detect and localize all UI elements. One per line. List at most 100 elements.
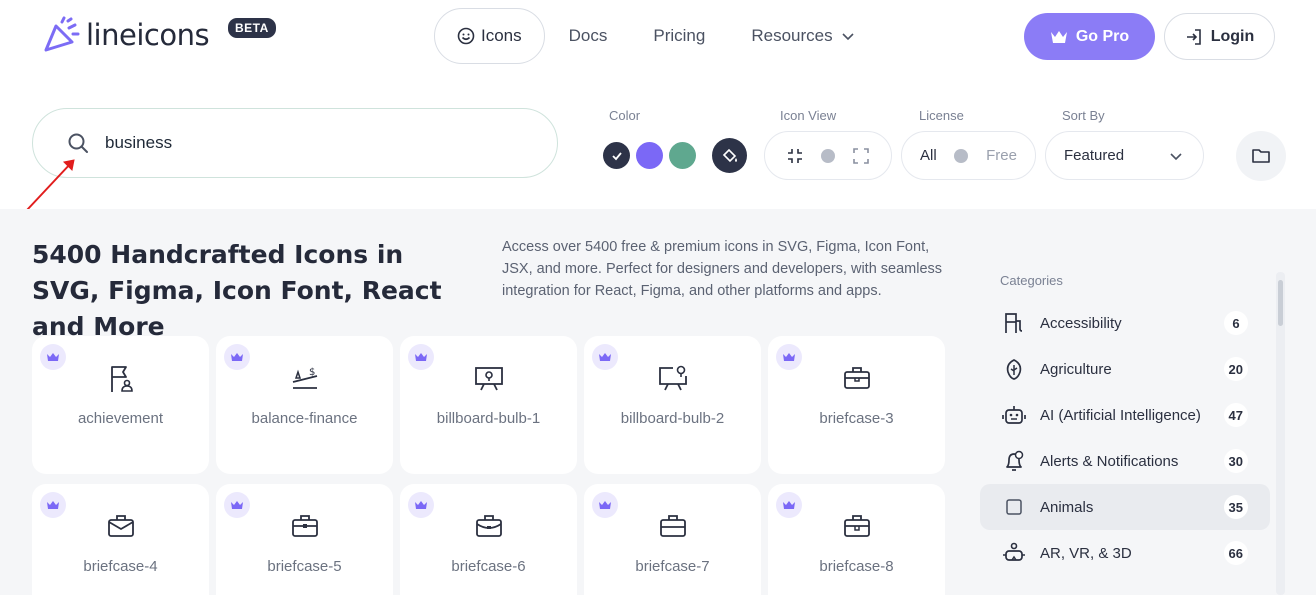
color-swatch-purple[interactable] [636,142,663,169]
collections-button[interactable] [1236,131,1286,181]
crown-icon [783,353,795,361]
scrollbar-thumb[interactable] [1278,280,1283,326]
icon-name: briefcase-4 [83,558,158,575]
icon-card[interactable]: briefcase-5 [216,484,393,595]
sort-label: Sort By [1062,108,1105,123]
icon-card[interactable]: billboard-bulb-1 [400,336,577,474]
nav-docs[interactable]: Docs [569,26,608,46]
crown-icon [231,501,243,509]
license-toggle[interactable]: All Free [901,131,1036,180]
vr-icon [1003,542,1025,561]
login-label: Login [1210,27,1255,45]
chevron-down-icon [842,33,854,41]
nav-resources[interactable]: Resources [751,26,854,46]
smiley-icon [457,27,475,45]
go-pro-label: Go Pro [1075,27,1130,45]
billboard-2-icon [658,365,687,391]
briefcase-icon [843,515,870,537]
paint-bucket-icon [722,148,737,162]
icon-view-toggle[interactable] [764,131,892,180]
logo-text: lineicons [86,18,210,52]
color-swatch-dark[interactable] [603,142,630,169]
header: lineicons BETA Icons Docs Pricing Resour… [0,0,1316,80]
icon-view-label: Icon View [780,108,837,123]
briefcase-icon [107,515,134,537]
briefcase-icon [475,515,502,537]
license-label: License [919,108,964,123]
icon-grid: achievement $ balance-finance billboard-… [32,336,945,595]
flag-user-icon [110,366,133,392]
crown-icon [783,501,795,509]
search-input[interactable]: business [32,108,558,178]
sort-select[interactable]: Featured [1045,131,1204,180]
chevron-down-icon [1170,152,1182,160]
icon-card[interactable]: $ balance-finance [216,336,393,474]
icon-card[interactable]: briefcase-4 [32,484,209,595]
category-label: AR, VR, & 3D [1040,544,1132,562]
login-button[interactable]: Login [1164,13,1275,60]
crown-icon [47,353,59,361]
category-item-ai[interactable]: AI (Artificial Intelligence) 47 [980,392,1270,438]
category-count: 20 [1223,357,1248,381]
search-value: business [105,133,173,152]
nav-icons-label: Icons [481,26,522,45]
categories-scrollbar[interactable] [1276,272,1285,595]
category-count: 66 [1223,541,1248,565]
nav-icons[interactable]: Icons [434,8,545,64]
color-swatch-green[interactable] [669,142,696,169]
crown-icon [415,501,427,509]
crown-icon [1050,30,1067,43]
icon-name: briefcase-7 [635,558,710,575]
color-filter-label: Color [609,108,641,123]
logo-icon [44,16,80,52]
color-filter [592,131,754,180]
category-item-agriculture[interactable]: Agriculture 20 [980,346,1270,392]
bell-icon [1006,450,1024,471]
accessibility-icon [1005,313,1023,333]
briefcase-icon [291,515,318,537]
square-icon [1006,499,1022,515]
icon-name: billboard-bulb-1 [436,410,541,427]
category-count: 6 [1224,311,1248,335]
category-item-accessibility[interactable]: Accessibility 6 [980,300,1270,346]
briefcase-icon [659,515,686,537]
nav-resources-label: Resources [751,26,833,45]
icon-name: achievement [77,410,164,427]
icon-name: briefcase-6 [451,558,526,575]
robot-icon [1002,406,1026,424]
license-all: All [920,147,937,164]
icon-name: balance-finance [251,410,358,427]
folder-icon [1252,149,1270,163]
category-label: Animals [1040,498,1094,516]
category-label: Alerts & Notifications [1040,452,1179,470]
category-item-ar-vr[interactable]: AR, VR, & 3D 66 [980,530,1270,576]
crown-icon [599,353,611,361]
category-count: 47 [1223,403,1248,427]
icon-name: briefcase-5 [267,558,342,575]
compress-icon [787,148,802,163]
icon-card[interactable]: achievement [32,336,209,474]
icon-card[interactable]: briefcase-7 [584,484,761,595]
license-toggle-knob [954,148,969,163]
category-label: AI (Artificial Intelligence) [1040,406,1201,424]
icon-card[interactable]: billboard-bulb-2 [584,336,761,474]
category-label: Accessibility [1040,314,1122,332]
sort-value: Featured [1064,147,1125,164]
icon-card[interactable]: briefcase-6 [400,484,577,595]
icon-card[interactable]: briefcase-8 [768,484,945,595]
logo[interactable]: lineicons BETA [42,16,276,54]
color-picker-button[interactable] [712,138,747,173]
agriculture-icon [1006,359,1022,380]
crown-icon [231,353,243,361]
category-item-animals[interactable]: Animals 35 [980,484,1270,530]
categories-title: Categories [1000,273,1063,288]
icon-card[interactable]: briefcase-3 [768,336,945,474]
billboard-icon [474,367,503,391]
go-pro-button[interactable]: Go Pro [1024,13,1155,60]
category-item-alerts[interactable]: Alerts & Notifications 30 [980,438,1270,484]
view-toggle-knob [820,148,835,163]
check-icon [611,151,622,160]
login-icon [1186,28,1201,45]
nav-pricing[interactable]: Pricing [653,26,705,46]
crown-icon [599,501,611,509]
